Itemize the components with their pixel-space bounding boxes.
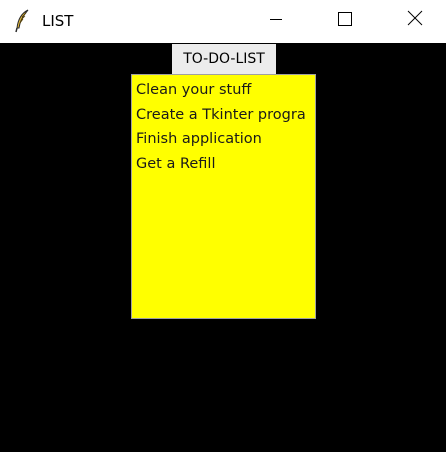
minimize-button[interactable] <box>253 0 299 40</box>
content-area: TO-DO-LIST Clean your stuff Create a Tki… <box>0 43 446 452</box>
app-window: LIST TO-DO-LIST Clean your stuff Create … <box>0 0 446 452</box>
feather-icon <box>13 9 33 33</box>
list-item[interactable]: Clean your stuff <box>136 78 315 103</box>
todo-listbox[interactable]: Clean your stuff Create a Tkinter progra… <box>131 74 316 319</box>
minimize-icon <box>269 11 283 30</box>
list-item[interactable]: Create a Tkinter progra <box>136 103 315 128</box>
window-title: LIST <box>42 12 74 30</box>
list-item[interactable]: Get a Refill <box>136 152 315 177</box>
title-bar[interactable]: LIST <box>0 0 446 43</box>
close-button[interactable] <box>392 0 438 40</box>
close-icon <box>407 10 423 30</box>
todo-list-label: TO-DO-LIST <box>172 44 276 75</box>
maximize-icon <box>338 11 352 30</box>
list-item[interactable]: Finish application <box>136 127 315 152</box>
maximize-button[interactable] <box>322 0 368 40</box>
